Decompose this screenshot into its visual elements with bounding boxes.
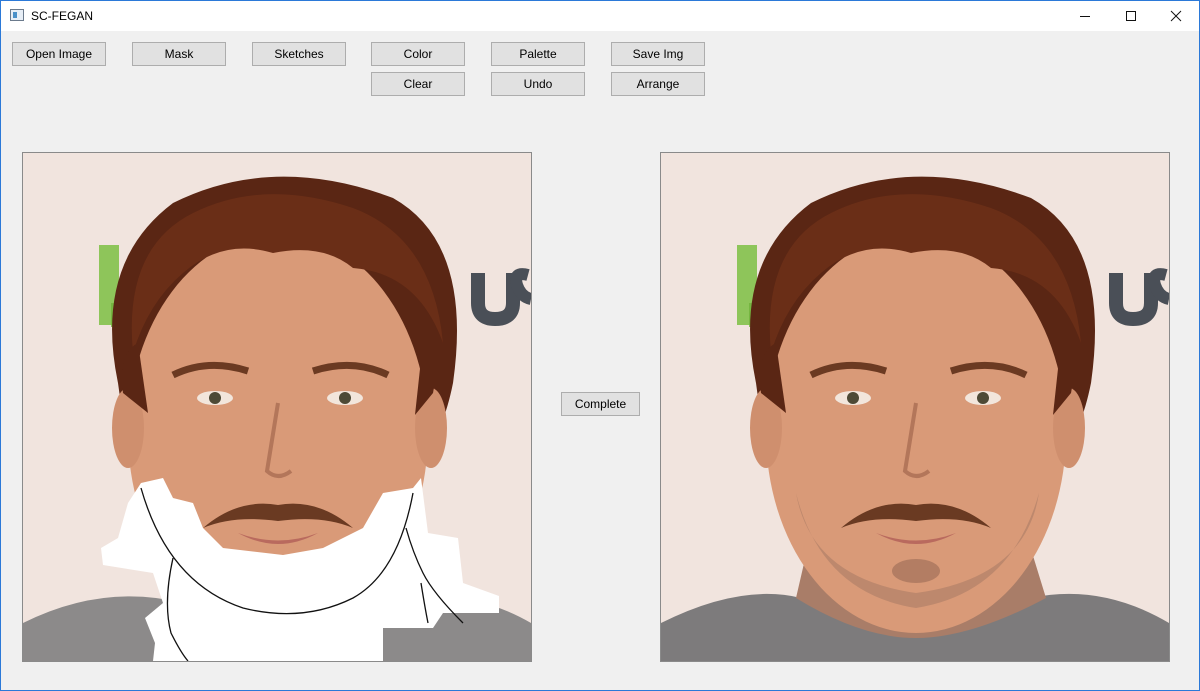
close-button[interactable] [1153, 1, 1199, 31]
open-image-button[interactable]: Open Image [12, 42, 106, 66]
output-image-canvas [660, 152, 1170, 662]
input-image [23, 153, 531, 661]
minimize-icon [1080, 16, 1090, 17]
input-image-canvas[interactable] [22, 152, 532, 662]
complete-button[interactable]: Complete [561, 392, 640, 416]
maximize-icon [1126, 11, 1136, 21]
arrange-button[interactable]: Arrange [611, 72, 705, 96]
window-title: SC-FEGAN [31, 9, 94, 23]
title-bar[interactable]: SC-FEGAN [1, 1, 1199, 31]
app-window: SC-FEGAN Open Image Mask Sketches Color … [0, 0, 1200, 691]
close-icon [1170, 10, 1182, 22]
save-img-button[interactable]: Save Img [611, 42, 705, 66]
color-button[interactable]: Color [371, 42, 465, 66]
clear-button[interactable]: Clear [371, 72, 465, 96]
app-icon [10, 9, 24, 21]
undo-button[interactable]: Undo [491, 72, 585, 96]
maximize-button[interactable] [1108, 1, 1154, 31]
mask-button[interactable]: Mask [132, 42, 226, 66]
output-image [661, 153, 1169, 661]
palette-button[interactable]: Palette [491, 42, 585, 66]
sketches-button[interactable]: Sketches [252, 42, 346, 66]
minimize-button[interactable] [1062, 1, 1108, 31]
